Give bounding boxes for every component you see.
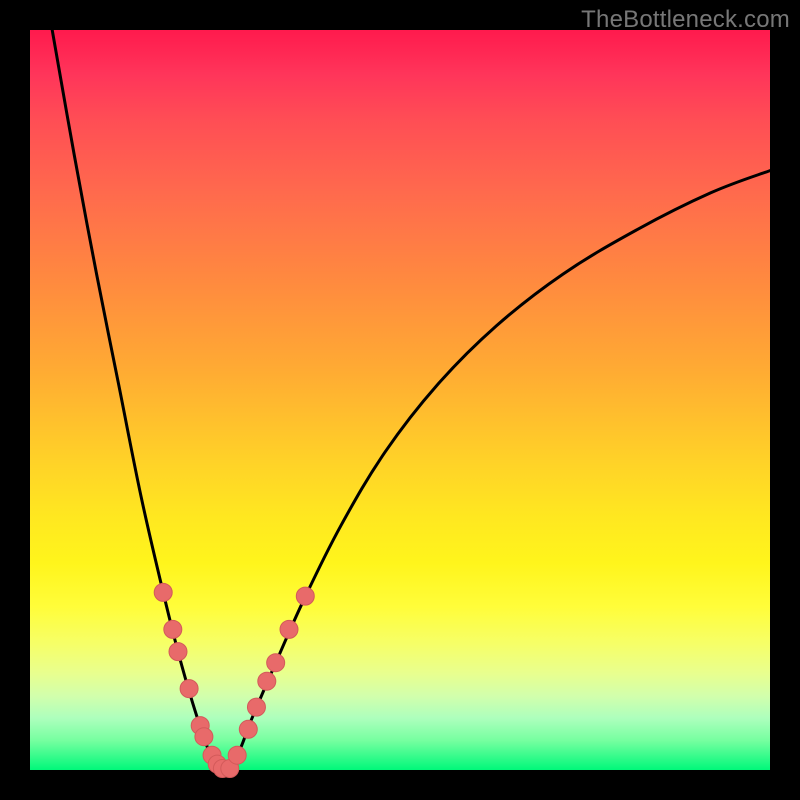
data-marker (247, 698, 265, 716)
data-marker (239, 720, 257, 738)
data-marker (180, 680, 198, 698)
chart-frame: TheBottleneck.com (0, 0, 800, 800)
data-marker (164, 620, 182, 638)
chart-svg (30, 30, 770, 770)
marker-layer (154, 583, 314, 777)
curve-layer (52, 30, 770, 770)
data-marker (195, 728, 213, 746)
data-marker (154, 583, 172, 601)
data-marker (258, 672, 276, 690)
curve-left-branch (52, 30, 222, 770)
data-marker (296, 587, 314, 605)
data-marker (169, 643, 187, 661)
data-marker (228, 746, 246, 764)
data-marker (280, 620, 298, 638)
plot-area (30, 30, 770, 770)
data-marker (267, 654, 285, 672)
curve-right-branch (222, 171, 770, 770)
